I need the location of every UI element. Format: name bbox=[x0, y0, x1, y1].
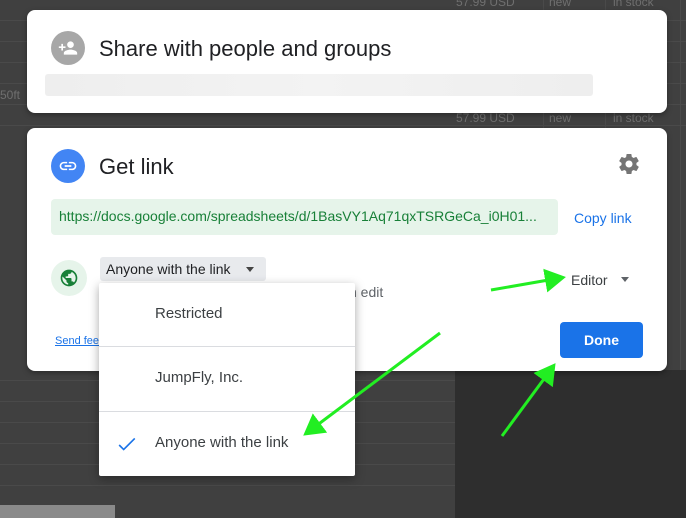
share-input-placeholder[interactable] bbox=[45, 74, 593, 96]
bg-light-strip bbox=[0, 505, 115, 518]
copy-link-button[interactable]: Copy link bbox=[574, 210, 632, 226]
bg-dark-region bbox=[455, 370, 686, 518]
globe-icon bbox=[51, 260, 87, 296]
bg-stock-1: in stock bbox=[613, 0, 654, 9]
share-title: Share with people and groups bbox=[99, 36, 392, 61]
bg-price-1: 57.99 USD bbox=[456, 0, 515, 9]
bg-condition-2: new bbox=[549, 111, 572, 125]
bg-condition-1: new bbox=[549, 0, 572, 9]
menu-item-label: Restricted bbox=[155, 305, 223, 322]
access-menu: Restricted JumpFly, Inc. Anyone with the… bbox=[99, 283, 355, 476]
menu-item-restricted[interactable]: Restricted bbox=[99, 283, 355, 347]
access-dropdown[interactable]: Anyone with the link bbox=[100, 257, 266, 281]
gear-icon[interactable] bbox=[617, 152, 641, 176]
bg-stock-2: in stock bbox=[613, 111, 654, 125]
person-add-icon bbox=[51, 31, 85, 65]
share-card[interactable]: Share with people and groups bbox=[27, 10, 667, 113]
access-dropdown-label: Anyone with the link bbox=[106, 261, 231, 277]
done-button[interactable]: Done bbox=[560, 322, 643, 358]
send-feedback-link[interactable]: Send fee bbox=[55, 335, 99, 347]
menu-item-jumpfly[interactable]: JumpFly, Inc. bbox=[99, 347, 355, 411]
role-dropdown[interactable]: Editor bbox=[571, 272, 608, 288]
get-link-title: Get link bbox=[99, 154, 174, 179]
bg-side-text: 50ft bbox=[0, 88, 21, 102]
caret-down-icon bbox=[246, 267, 254, 272]
menu-item-label: JumpFly, Inc. bbox=[155, 369, 244, 386]
menu-item-anyone-with-link[interactable]: Anyone with the link bbox=[99, 412, 355, 476]
link-url-text: https://docs.google.com/spreadsheets/d/1… bbox=[59, 208, 537, 224]
link-url-field[interactable]: https://docs.google.com/spreadsheets/d/1… bbox=[51, 199, 558, 235]
checkmark-icon bbox=[118, 437, 136, 451]
link-icon bbox=[51, 149, 85, 183]
role-caret-down-icon[interactable] bbox=[621, 277, 629, 282]
bg-price-2: 57.99 USD bbox=[456, 111, 515, 125]
menu-item-label: Anyone with the link bbox=[155, 434, 289, 451]
